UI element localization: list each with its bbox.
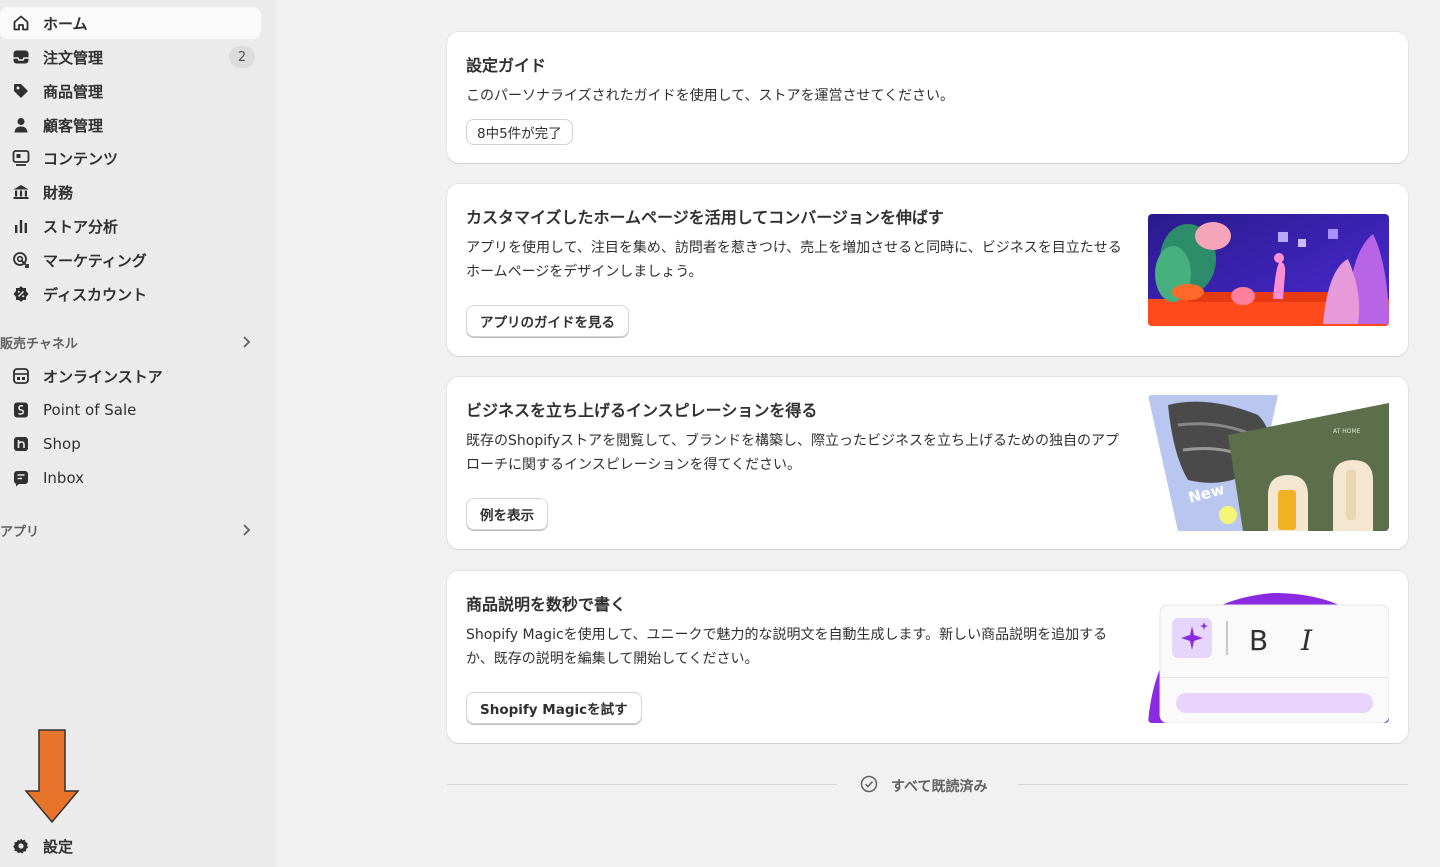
nav-marketing[interactable]: マーケティング [0, 244, 261, 276]
gear-icon [10, 836, 32, 856]
home-icon [10, 13, 32, 33]
nav-orders[interactable]: 注文管理 2 [0, 41, 261, 73]
magic-illustration: B I [1148, 593, 1389, 723]
channel-online-store[interactable]: オンラインストア [0, 360, 261, 392]
orders-count-badge: 2 [229, 46, 255, 68]
card-description: Shopify Magicを使用して、ユニークで魅力的な説明文を自動生成します。… [466, 627, 1108, 667]
card-description: 既存のShopifyストアを閲覧して、ブランドを構築し、際立ったビジネスを立ち上… [466, 433, 1119, 473]
view-examples-button[interactable]: 例を表示 [466, 498, 548, 530]
discount-icon [10, 284, 32, 304]
nav-home[interactable]: ホーム [0, 7, 261, 39]
all-read-label: すべて既読済み [891, 779, 988, 795]
italic-format-icon: I [1300, 624, 1313, 657]
sales-channels-heading[interactable]: 販売チャネル [0, 328, 261, 356]
channel-label: オンラインストア [43, 367, 163, 386]
person-icon [10, 115, 32, 135]
nav-label: ホーム [43, 14, 88, 33]
shop-icon [10, 434, 32, 454]
homepage-illustration [1148, 214, 1389, 326]
bank-icon [10, 182, 32, 202]
card-description: このパーソナライズされたガイドを使用して、ストアを運営させてください。 [466, 88, 955, 104]
progress-badge[interactable]: 8中5件が完了 [466, 119, 573, 145]
footer-divider-left [447, 784, 837, 785]
card-description: アプリを使用して、注目を集め、訪問者を惹きつけ、売上を増加させると同時に、ビジネ… [466, 240, 1122, 280]
at-home-text: AT HOME [1333, 428, 1361, 435]
inspiration-illustration: New AT HOME [1148, 395, 1389, 531]
card-title: 設定ガイド [466, 56, 547, 75]
section-label: アプリ [0, 524, 40, 540]
nav-label: マーケティング [43, 251, 147, 270]
inspiration-card: ビジネスを立ち上げるインスピレーションを得る 既存のShopifyストアを閲覧し… [447, 377, 1408, 549]
channel-inbox[interactable]: Inbox [0, 462, 261, 494]
nav-finance[interactable]: 財務 [0, 176, 261, 208]
bold-format-icon: B [1249, 624, 1268, 657]
setup-guide-card: 設定ガイド このパーソナライズされたガイドを使用して、ストアを運営させてください… [447, 32, 1408, 163]
tag-icon [10, 81, 32, 101]
all-read-indicator: すべて既読済み [860, 775, 987, 797]
channel-label: Inbox [43, 469, 85, 487]
card-title: 商品説明を数秒で書く [466, 595, 627, 614]
target-icon [10, 250, 32, 270]
bar-chart-icon [10, 216, 32, 236]
nav-label: ストア分析 [43, 217, 119, 236]
channel-point-of-sale[interactable]: Point of Sale [0, 394, 261, 426]
view-app-guide-button[interactable]: アプリのガイドを見る [466, 305, 629, 337]
apps-heading[interactable]: アプリ [0, 516, 261, 544]
nav-label: 注文管理 [43, 48, 104, 67]
pos-icon [10, 400, 32, 420]
chat-icon [10, 468, 32, 488]
section-label: 販売チャネル [0, 336, 78, 352]
store-icon [10, 366, 32, 386]
annotation-arrow-icon [24, 729, 80, 824]
nav-label: 設定 [43, 837, 74, 856]
nav-label: 商品管理 [43, 82, 104, 101]
chevron-right-icon [239, 334, 253, 354]
chevron-right-icon [239, 522, 253, 542]
nav-products[interactable]: 商品管理 [0, 75, 261, 107]
homepage-card: カスタマイズしたホームページを活用してコンバージョンを伸ばす アプリを使用して、… [447, 184, 1408, 356]
inbox-icon [10, 47, 32, 67]
nav-label: 財務 [43, 183, 74, 202]
channel-label: Shop [43, 435, 81, 453]
nav-analytics[interactable]: ストア分析 [0, 210, 261, 242]
nav-discounts[interactable]: ディスカウント [0, 278, 261, 310]
content-icon [10, 148, 32, 168]
try-shopify-magic-button[interactable]: Shopify Magicを試す [466, 692, 642, 724]
nav-content[interactable]: コンテンツ [0, 142, 261, 174]
channel-shop[interactable]: Shop [0, 428, 261, 460]
footer-divider-right [1018, 784, 1408, 785]
check-circle-icon [860, 775, 878, 797]
nav-label: ディスカウント [43, 285, 147, 304]
nav-label: 顧客管理 [43, 116, 104, 135]
card-title: カスタマイズしたホームページを活用してコンバージョンを伸ばす [466, 208, 944, 227]
nav-customers[interactable]: 顧客管理 [0, 109, 261, 141]
channel-label: Point of Sale [43, 401, 137, 419]
card-title: ビジネスを立ち上げるインスピレーションを得る [466, 401, 818, 420]
nav-settings[interactable]: 設定 [0, 830, 261, 862]
nav-label: コンテンツ [43, 149, 119, 168]
magic-card: 商品説明を数秒で書く Shopify Magicを使用して、ユニークで魅力的な説… [447, 571, 1408, 743]
